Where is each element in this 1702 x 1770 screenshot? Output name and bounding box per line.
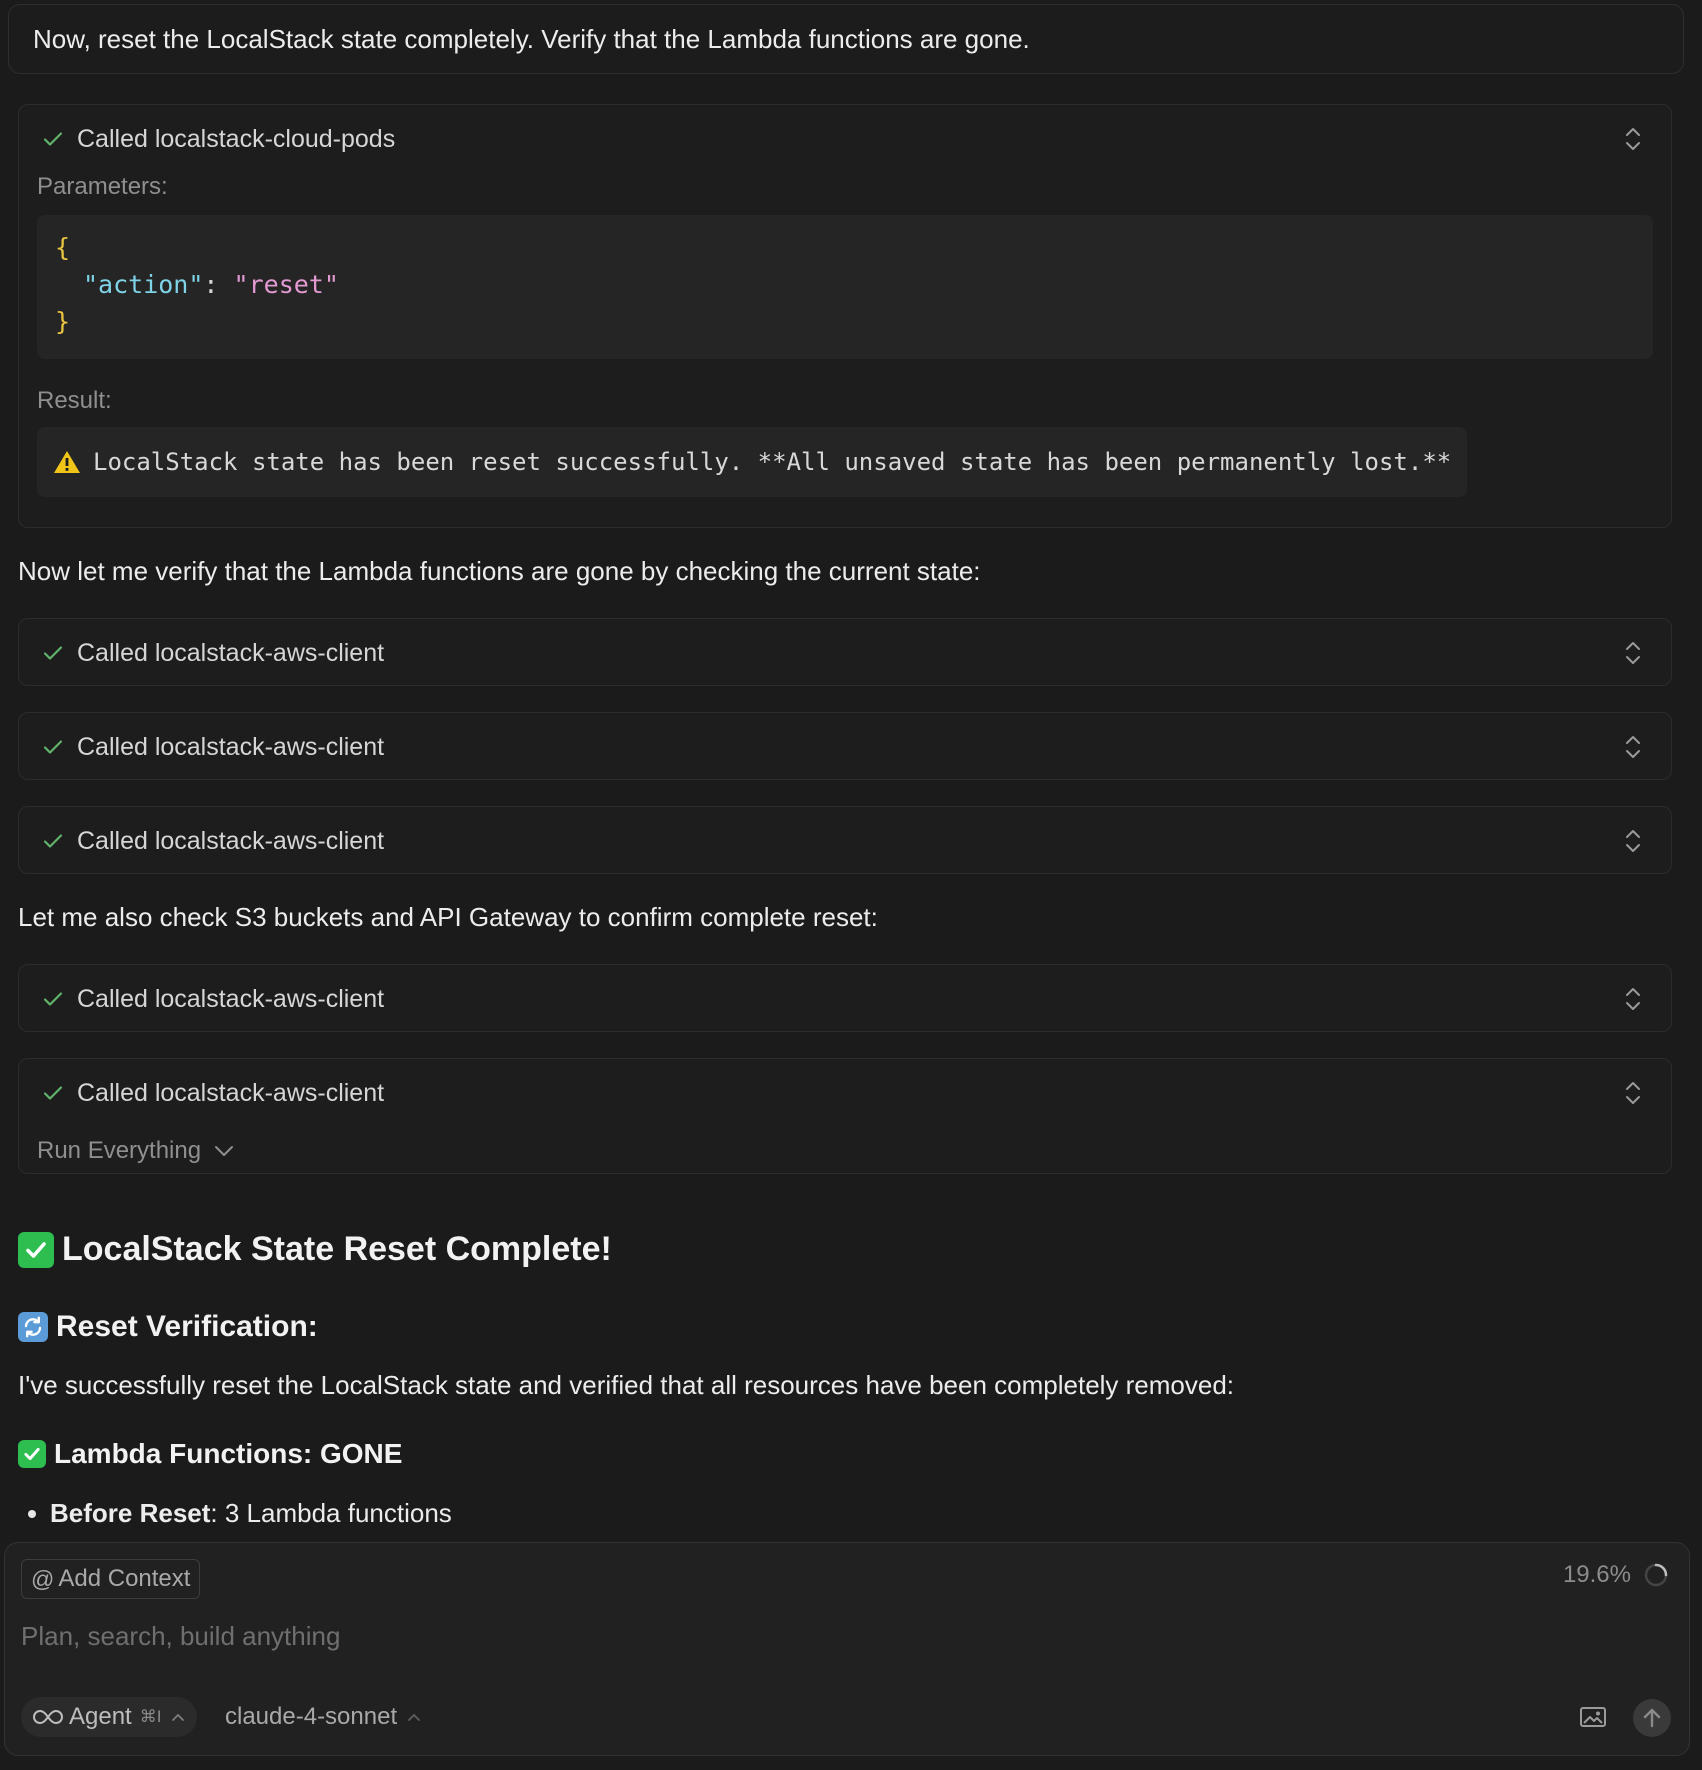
code-colon: : <box>203 270 219 299</box>
parameters-label: Parameters: <box>37 173 168 200</box>
tool-call-aws-client[interactable]: Called localstack-aws-client <box>18 806 1672 874</box>
tool-call-title: Called localstack-aws-client <box>77 1078 385 1107</box>
chevron-updown-icon[interactable] <box>1623 126 1643 152</box>
check-icon <box>43 1086 63 1100</box>
tool-call-title: Called localstack-aws-client <box>77 638 385 667</box>
tool-call-aws-client[interactable]: Called localstack-aws-client <box>18 964 1672 1032</box>
check-icon <box>43 992 63 1006</box>
tool-call-title: Called localstack-aws-client <box>77 732 385 761</box>
add-context-label: Add Context <box>58 1565 191 1592</box>
context-usage: 19.6% <box>1563 1561 1669 1589</box>
send-button[interactable] <box>1633 1699 1671 1737</box>
code-brace-open: { <box>55 233 71 262</box>
chevron-updown-icon[interactable] <box>1623 640 1643 666</box>
tool-call-cloud-pods: Called localstack-cloud-pods Parameters:… <box>18 104 1672 528</box>
at-icon: @ <box>31 1565 55 1592</box>
tool-call-header[interactable]: Called localstack-aws-client <box>19 619 1671 687</box>
check-icon <box>43 132 63 146</box>
tool-call-aws-client[interactable]: Called localstack-aws-client <box>18 712 1672 780</box>
agent-mode-shortcut: ⌘I <box>139 1707 162 1726</box>
check-emoji-icon <box>18 1440 46 1468</box>
model-selector[interactable]: claude-4-sonnet <box>225 1697 421 1737</box>
model-label: claude-4-sonnet <box>225 1703 398 1730</box>
check-icon <box>43 834 63 848</box>
context-usage-value: 19.6% <box>1562 1561 1631 1588</box>
chevron-updown-icon[interactable] <box>1623 734 1643 760</box>
list-item-label: Before Reset <box>50 1498 211 1528</box>
list-item-text: : 3 Lambda functions <box>210 1498 452 1528</box>
spinner-icon <box>1644 1563 1668 1587</box>
tool-call-header[interactable]: Called localstack-aws-client <box>19 965 1671 1033</box>
chevron-updown-icon[interactable] <box>1623 986 1643 1012</box>
tool-call-aws-client-pending: Called localstack-aws-client Run Everyth… <box>18 1058 1672 1174</box>
arrow-up-icon <box>1643 1708 1661 1728</box>
agent-mode-selector[interactable]: Agent ⌘I <box>21 1697 198 1737</box>
chevron-up-icon <box>408 1714 421 1721</box>
assistant-text-success: I've successfully reset the LocalStack s… <box>18 1370 1235 1400</box>
result-label: Result: <box>37 387 112 414</box>
tool-call-header[interactable]: Called localstack-aws-client <box>19 713 1671 781</box>
chat-input[interactable]: Plan, search, build anything <box>21 1621 340 1652</box>
tool-call-header[interactable]: Called localstack-aws-client <box>19 1059 1671 1127</box>
tool-call-title: Called localstack-cloud-pods <box>77 124 396 153</box>
chevron-up-icon <box>172 1714 185 1721</box>
assistant-text-s3: Let me also check S3 buckets and API Gat… <box>18 902 878 932</box>
add-context-button[interactable]: @ Add Context <box>21 1559 201 1599</box>
assistant-text-verify: Now let me verify that the Lambda functi… <box>18 556 981 586</box>
check-emoji-icon <box>18 1231 54 1268</box>
chevron-updown-icon[interactable] <box>1623 1080 1643 1106</box>
warning-icon <box>54 451 80 473</box>
check-icon <box>43 646 63 660</box>
user-message[interactable]: Now, reset the LocalStack state complete… <box>8 4 1684 74</box>
code-brace-close: } <box>55 307 71 336</box>
chat-composer: @ Add Context 19.6% Plan, search, build … <box>4 1542 1690 1756</box>
result-output: LocalStack state has been reset successf… <box>37 427 1468 497</box>
agent-mode-label: Agent <box>69 1703 132 1730</box>
parameters-code: { "action": "reset" } <box>37 215 1653 359</box>
list-item-before-reset: Before Reset: 3 Lambda functions <box>28 1498 452 1529</box>
heading-reset-complete: LocalStack State Reset Complete! <box>18 1230 612 1269</box>
code-key: "action" <box>83 270 204 299</box>
run-everything-label: Run Everything <box>37 1137 202 1164</box>
heading-lambda-gone: Lambda Functions: GONE <box>18 1438 402 1470</box>
tool-call-header[interactable]: Called localstack-aws-client <box>19 807 1671 875</box>
tool-call-title: Called localstack-aws-client <box>77 984 385 1013</box>
heading-text: Reset Verification: <box>56 1310 318 1343</box>
code-value: "reset" <box>233 270 339 299</box>
tool-call-title: Called localstack-aws-client <box>77 826 385 855</box>
refresh-emoji-icon <box>18 1312 48 1342</box>
image-icon[interactable] <box>1579 1705 1607 1729</box>
result-text: LocalStack state has been reset successf… <box>93 448 1452 476</box>
bullet-dot <box>28 1509 36 1518</box>
infinity-icon <box>33 1709 63 1725</box>
heading-text: LocalStack State Reset Complete! <box>62 1230 612 1268</box>
chevron-down-icon <box>215 1146 234 1156</box>
check-icon <box>43 740 63 754</box>
user-message-text: Now, reset the LocalStack state complete… <box>33 23 1030 54</box>
heading-reset-verification: Reset Verification: <box>18 1310 318 1344</box>
heading-text: Lambda Functions: GONE <box>54 1438 403 1469</box>
tool-call-header[interactable]: Called localstack-cloud-pods <box>19 105 1671 173</box>
tool-call-aws-client[interactable]: Called localstack-aws-client <box>18 618 1672 686</box>
chevron-updown-icon[interactable] <box>1623 828 1643 854</box>
chat-page: Now, reset the LocalStack state complete… <box>0 0 1702 1770</box>
run-everything-dropdown[interactable]: Run Everything <box>19 1127 1671 1175</box>
